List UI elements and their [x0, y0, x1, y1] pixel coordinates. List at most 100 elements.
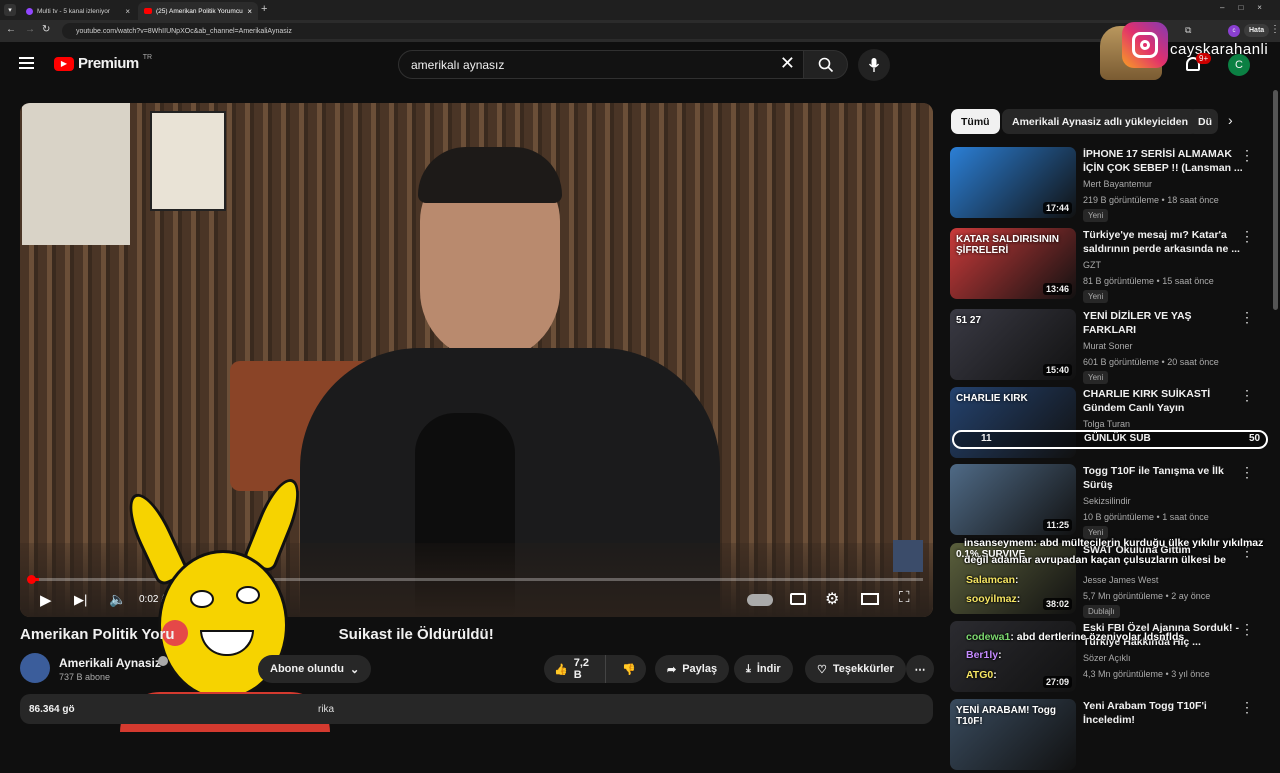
tab-search-icon[interactable]: ▾ [4, 4, 16, 16]
chip-all[interactable]: Tümü [951, 109, 1000, 134]
profile-avatar-small[interactable]: c [1228, 25, 1240, 37]
view-count-partial: 86.364 gö [29, 704, 75, 715]
more-options-icon[interactable]: ⋮ [1240, 228, 1254, 245]
duration-badge: 17:44 [1042, 202, 1072, 214]
related-video-item[interactable]: CHARLIE KIRK CHARLIE KIRK SUİKASTİ Gündem… [950, 387, 1280, 461]
more-options-icon[interactable]: ⋮ [1240, 464, 1254, 481]
more-options-icon[interactable]: ⋮ [1240, 309, 1254, 326]
related-video-channel[interactable]: Tolga Turan [1083, 419, 1130, 429]
dislike-button[interactable]: 👎 [612, 663, 646, 676]
video-thumbnail[interactable]: YENİ ARABAM! Togg T10F! [950, 699, 1076, 770]
url-bar[interactable]: youtube.com/watch?v=8WhIIUNpXOc&ab_chann… [62, 23, 1142, 39]
video-thumbnail[interactable]: 11:25 [950, 464, 1076, 535]
clear-search-icon[interactable]: ✕ [780, 53, 795, 74]
related-video-title[interactable]: CHARLIE KIRK SUİKASTİ Gündem Canlı Yayın [1083, 387, 1243, 415]
more-options-icon[interactable]: ⋮ [1240, 147, 1254, 164]
fullscreen-icon[interactable]: ⛶ [899, 589, 910, 606]
extensions-icon[interactable]: ⧉ [1185, 25, 1191, 36]
next-button[interactable]: ▶| [74, 592, 87, 608]
related-video-title[interactable]: Yeni Arabam Togg T10F'i İnceledim! [1083, 699, 1243, 727]
voice-search-button[interactable] [858, 49, 890, 81]
related-video-title[interactable]: İPHONE 17 SERİSİ ALMAMAK İÇİN ÇOK SEBEP … [1083, 147, 1243, 175]
related-video-channel[interactable]: Jesse James West [1083, 575, 1158, 585]
related-video-item[interactable]: 17:44 İPHONE 17 SERİSİ ALMAMAK İÇİN ÇOK S… [950, 147, 1280, 222]
browser-tab-inactive[interactable]: Multi tv - 5 kanal izleniyor × [20, 2, 136, 20]
more-options-icon[interactable]: ⋮ [1240, 387, 1254, 404]
channel-avatar[interactable] [20, 653, 50, 683]
related-video-item[interactable]: 51 27 15:40 YENİ DİZİLER VE YAŞ FARKLARI Mu… [950, 309, 1280, 384]
duration-badge: 15:40 [1042, 364, 1072, 376]
chat-text: : [998, 649, 1002, 661]
account-avatar[interactable]: C [1228, 54, 1250, 76]
video-thumbnail[interactable]: KATAR SALDIRISININ ŞİFRELERİ 13:46 [950, 228, 1076, 299]
chip-partial-label: Dü [1198, 115, 1212, 128]
thumbnail-text: 51 27 [956, 315, 982, 326]
download-button[interactable]: ⤓ İndir [734, 655, 793, 683]
chat-username: insanseymem [964, 537, 1034, 549]
subtitles-icon[interactable] [790, 593, 806, 605]
related-video-title[interactable]: Togg T10F ile Tanışma ve İlk Sürüş [1083, 464, 1243, 492]
like-button[interactable]: 👍 7,2 B [544, 655, 607, 683]
new-tab-button[interactable]: + [261, 3, 267, 15]
poster-lion [22, 103, 130, 245]
forward-icon[interactable]: → [25, 24, 35, 35]
related-video-channel[interactable]: Mert Bayantemur [1083, 179, 1152, 189]
browser-menu-icon[interactable]: ⋮ [1270, 24, 1280, 35]
streamer-name-overlay: cayskarahanli [1170, 41, 1269, 58]
browser-tab-active[interactable]: (25) Amerikan Politik Yorumcu × [138, 2, 258, 20]
subscribed-button[interactable]: Abone olundu ⌄ [258, 655, 372, 683]
chip-from-uploader[interactable]: Amerikali Aynasiz adlı yükleyiciden [1002, 109, 1199, 134]
chat-text: değil adamlar avrupadan kaçan çulsuzları… [964, 554, 1227, 566]
share-label: Paylaş [682, 663, 718, 675]
tab-close-icon[interactable]: × [125, 7, 130, 16]
profile-error-badge[interactable]: Hata [1244, 24, 1270, 37]
video-title-left: Amerikan Politik Yoru [20, 626, 175, 643]
chat-message: codewa1: abd dertlerine özeniyolar ldsnf… [966, 631, 1184, 643]
more-options-icon[interactable]: ⋮ [1240, 699, 1254, 716]
sidebar-scrollbar[interactable] [1273, 90, 1278, 310]
theater-mode-icon[interactable] [861, 593, 879, 605]
chevron-down-icon: ⌄ [349, 663, 360, 676]
related-video-item[interactable]: 11:25 Togg T10F ile Tanışma ve İlk Sürüş S… [950, 464, 1280, 539]
more-actions-button[interactable]: ⋯ [906, 655, 934, 683]
play-button[interactable]: ▶ [40, 591, 52, 609]
youtube-play-logo-icon: ▶ [54, 56, 74, 71]
channel-name[interactable]: Amerikali Aynasiz [59, 656, 161, 670]
chip-uploader-label: Amerikali Aynasiz adlı yükleyiciden [1012, 115, 1189, 128]
search-input[interactable]: amerikalı aynasız ✕ [398, 50, 804, 79]
video-thumbnail[interactable]: 51 27 15:40 [950, 309, 1076, 380]
progress-scrubber[interactable] [27, 575, 36, 584]
thanks-button[interactable]: ♡ Teşekkürler [805, 655, 906, 683]
related-video-channel[interactable]: Murat Soner [1083, 341, 1133, 351]
youtube-logo[interactable]: ▶ Premium TR [54, 54, 152, 72]
chat-text: : abd mültecilerin kurduğu ülke yıkılır … [1033, 537, 1264, 549]
share-button[interactable]: ➦ Paylaş [655, 655, 730, 683]
tab-close-icon[interactable]: × [247, 7, 252, 16]
window-controls[interactable]: –□× [1220, 3, 1276, 12]
related-video-item[interactable]: KATAR SALDIRISININ ŞİFRELERİ 13:46 Türkiye… [950, 228, 1280, 303]
chat-username: ATG0 [966, 669, 994, 681]
search-button[interactable] [804, 50, 848, 79]
related-video-channel[interactable]: GZT [1083, 260, 1101, 270]
reload-icon[interactable]: ↻ [42, 24, 50, 35]
related-video-title[interactable]: YENİ DİZİLER VE YAŞ FARKLARI [1083, 309, 1243, 337]
duration-badge: 13:46 [1042, 283, 1072, 295]
chevron-right-icon[interactable]: › [1228, 112, 1233, 128]
chip-partial[interactable]: Dü [1188, 109, 1218, 134]
back-icon[interactable]: ← [6, 24, 16, 35]
more-options-icon[interactable]: ⋮ [1240, 621, 1254, 638]
tab-title: (25) Amerikan Politik Yorumcu [156, 7, 243, 15]
related-video-title[interactable]: Türkiye'ye mesaj mı? Katar'a saldırının … [1083, 228, 1243, 256]
video-thumbnail[interactable]: 17:44 [950, 147, 1076, 218]
settings-gear-icon[interactable]: ⚙ [825, 589, 839, 609]
guide-menu-icon[interactable] [19, 57, 34, 69]
like-count: 7,2 B [573, 657, 589, 681]
related-video-item[interactable]: YENİ ARABAM! Togg T10F! Yeni Arabam Togg … [950, 699, 1280, 773]
autoplay-toggle[interactable] [747, 594, 773, 606]
related-video-channel[interactable]: Sözer Açıklı [1083, 653, 1131, 663]
chat-message: değil adamlar avrupadan kaçan çulsuzları… [964, 554, 1226, 566]
related-video-meta: 81 B görüntüleme • 15 saat önce [1083, 276, 1214, 286]
search-icon [818, 57, 833, 72]
profile-error-label: Hata [1249, 27, 1265, 34]
related-video-channel[interactable]: Sekizsilindir [1083, 496, 1131, 506]
